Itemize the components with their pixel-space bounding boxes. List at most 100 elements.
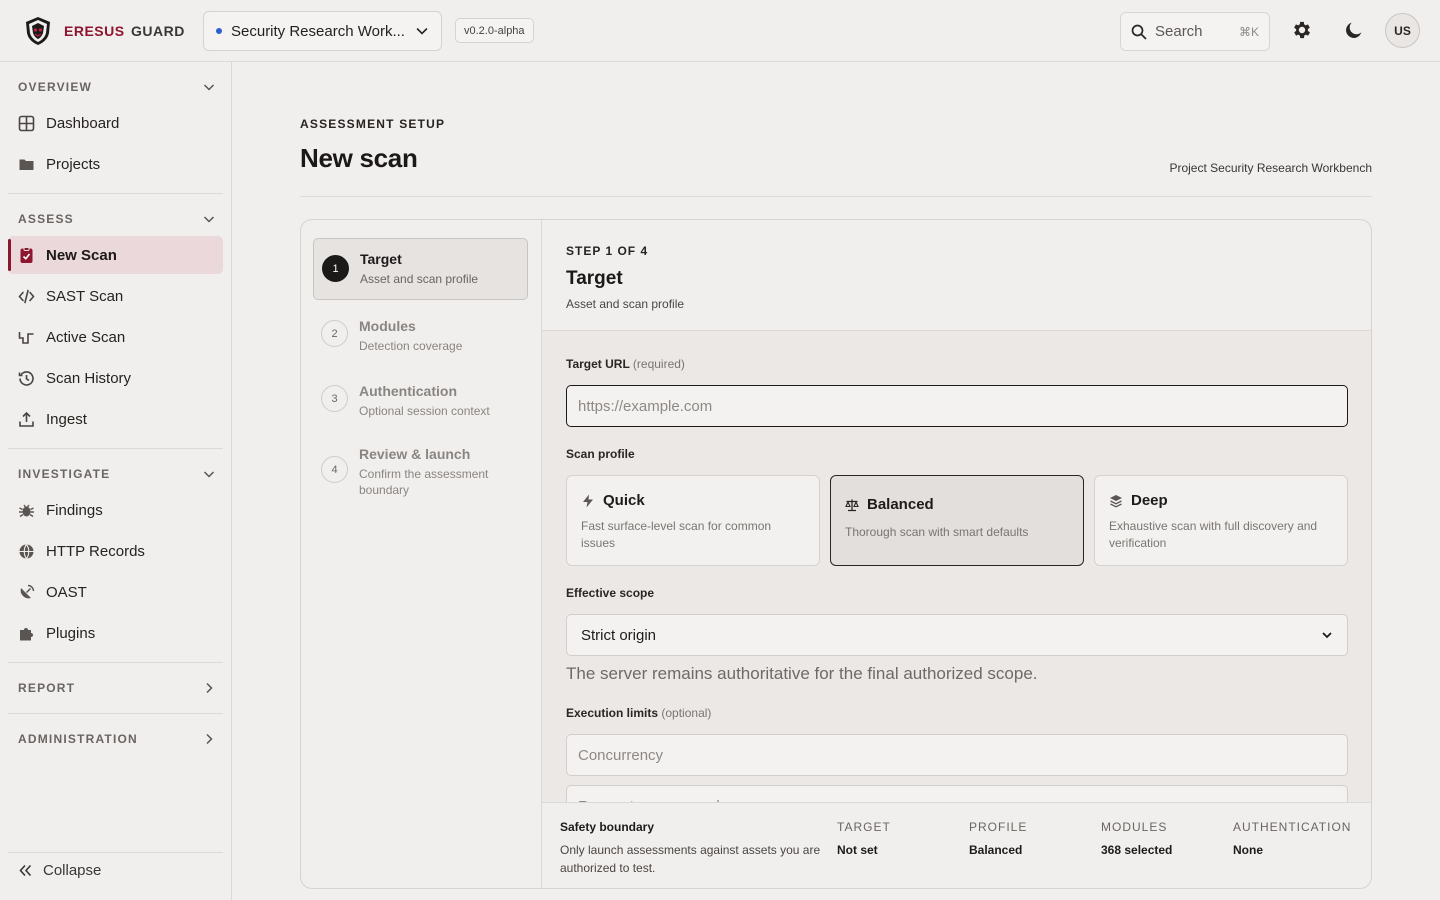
chevron-right-icon xyxy=(206,682,213,694)
workspace-status-dot xyxy=(216,28,222,34)
concurrency-input[interactable] xyxy=(566,734,1348,776)
sidebar-item-oast[interactable]: OAST xyxy=(8,573,223,611)
target-url-label: Target URL (required) xyxy=(566,357,685,371)
section-overview-label: OVERVIEW xyxy=(18,80,93,94)
search-icon xyxy=(1131,24,1147,39)
content-subtitle: Asset and scan profile xyxy=(566,297,685,311)
summary-value: 368 selected xyxy=(1101,843,1173,857)
requests-per-second-input[interactable] xyxy=(566,785,1348,802)
step-number: 2 xyxy=(321,320,348,347)
bolt-icon xyxy=(583,494,593,507)
effective-scope-label: Effective scope xyxy=(566,586,655,600)
sidebar-item-label: Findings xyxy=(46,501,103,519)
step-subtitle: Asset and scan profile xyxy=(360,272,479,286)
layers-icon xyxy=(1110,494,1122,508)
chevron-right-icon xyxy=(206,733,213,745)
clipboard-plus-icon xyxy=(20,246,33,263)
collapse-button[interactable]: Collapse xyxy=(18,862,101,879)
sidebar-item-label: Plugins xyxy=(46,624,96,642)
chevron-down-icon xyxy=(203,471,215,478)
sidebar-item-label: Ingest xyxy=(46,410,87,428)
step-title: Modules xyxy=(359,318,416,334)
section-overview[interactable]: OVERVIEW xyxy=(18,77,216,97)
sidebar-item-scan-history[interactable]: Scan History xyxy=(8,359,223,397)
profile-balanced[interactable]: Balanced Thorough scan with smart defaul… xyxy=(830,475,1084,566)
step-subtitle: Confirm the assessment boundary xyxy=(359,467,489,497)
workspace-selector[interactable]: Security Research Work... xyxy=(203,11,442,51)
gear-icon[interactable] xyxy=(1291,19,1313,41)
summary-authentication: AUTHENTICATION None xyxy=(1233,820,1351,857)
sidebar-item-label: SAST Scan xyxy=(46,287,124,305)
grid-icon xyxy=(18,115,35,131)
section-report[interactable]: REPORT xyxy=(18,678,216,698)
chevrons-left-icon xyxy=(19,864,32,877)
sidebar-item-plugins[interactable]: Plugins xyxy=(8,614,223,652)
sidebar-item-active-scan[interactable]: Active Scan xyxy=(8,318,223,356)
profile-name: Quick xyxy=(603,492,645,509)
puzzle-icon xyxy=(20,627,33,640)
step-review-launch[interactable]: 4 Review & launch Confirm the assessment… xyxy=(313,434,528,508)
section-administration-label: ADMINISTRATION xyxy=(18,732,138,746)
step-number: 1 xyxy=(322,255,349,282)
safety-text: Only launch assessments against assets y… xyxy=(560,843,821,875)
sidebar-item-label: Projects xyxy=(46,155,101,173)
section-investigate[interactable]: INVESTIGATE xyxy=(18,464,216,484)
scope-select[interactable]: Strict origin xyxy=(566,614,1348,656)
execution-limits-label: Execution limits (optional) xyxy=(566,706,712,720)
collapse-label: Collapse xyxy=(43,862,102,879)
divider xyxy=(8,662,223,663)
sidebar-item-dashboard[interactable]: Dashboard xyxy=(8,104,223,142)
workspace-label: Security Research Work... xyxy=(231,22,405,40)
moon-icon[interactable] xyxy=(1343,19,1365,41)
section-assess-label: ASSESS xyxy=(18,212,74,226)
brand-name: ERESUS xyxy=(64,23,125,39)
step-target[interactable]: 1 Target Asset and scan profile xyxy=(313,238,528,300)
safety-footer: Safety boundary Only launch assessments … xyxy=(542,802,1371,888)
step-modules[interactable]: 2 Modules Detection coverage xyxy=(313,306,528,364)
chevron-down-icon xyxy=(1322,632,1332,639)
avatar[interactable]: US xyxy=(1385,13,1420,48)
divider xyxy=(8,193,223,194)
activity-icon xyxy=(18,331,34,344)
wizard-content: STEP 1 OF 4 Target Asset and scan profil… xyxy=(542,220,1371,888)
brand[interactable]: ERESUS GUARD xyxy=(24,16,185,46)
divider xyxy=(8,852,223,853)
section-administration[interactable]: ADMINISTRATION xyxy=(18,729,216,749)
sidebar-item-new-scan[interactable]: New Scan xyxy=(8,236,223,274)
sidebar-item-label: Dashboard xyxy=(46,114,120,132)
search-button[interactable]: Search ⌘K xyxy=(1120,12,1270,51)
scope-select-value: Strict origin xyxy=(581,626,657,644)
divider xyxy=(8,713,223,714)
sidebar-item-label: New Scan xyxy=(46,246,117,264)
step-number: 4 xyxy=(321,456,348,483)
step-counter: STEP 1 OF 4 xyxy=(566,244,649,258)
section-assess[interactable]: ASSESS xyxy=(18,209,216,229)
version-badge: v0.2.0-alpha xyxy=(455,18,534,43)
step-authentication[interactable]: 3 Authentication Optional session contex… xyxy=(313,371,528,429)
summary-modules: MODULES 368 selected xyxy=(1101,820,1172,857)
step-title: Target xyxy=(360,251,402,267)
code-icon xyxy=(18,289,35,303)
sidebar-item-findings[interactable]: Findings xyxy=(8,491,223,529)
target-url-input[interactable] xyxy=(566,385,1348,427)
sidebar-item-sast-scan[interactable]: SAST Scan xyxy=(8,277,223,315)
step-title: Review & launch xyxy=(359,446,471,462)
required-hint: (required) xyxy=(632,357,685,371)
summary-key: AUTHENTICATION xyxy=(1233,820,1352,834)
page-title: New scan xyxy=(300,143,418,173)
history-icon xyxy=(18,370,34,386)
page-eyebrow: ASSESSMENT SETUP xyxy=(300,117,446,131)
profile-quick[interactable]: Quick Fast surface-level scan for common… xyxy=(566,475,820,566)
sidebar-item-http-records[interactable]: HTTP Records xyxy=(8,532,223,570)
profile-deep[interactable]: Deep Exhaustive scan with full discovery… xyxy=(1094,475,1348,566)
sidebar-item-label: Active Scan xyxy=(46,328,126,346)
sidebar-item-ingest[interactable]: Ingest xyxy=(8,400,223,438)
top-bar: ERESUS GUARD Security Research Work... v… xyxy=(0,0,1440,62)
globe-icon xyxy=(19,543,34,559)
divider xyxy=(300,196,1372,197)
step-number: 3 xyxy=(321,385,348,412)
upload-icon xyxy=(19,411,34,427)
step-title: Authentication xyxy=(359,383,457,399)
sidebar-item-projects[interactable]: Projects xyxy=(8,145,223,183)
section-investigate-label: INVESTIGATE xyxy=(18,467,111,481)
